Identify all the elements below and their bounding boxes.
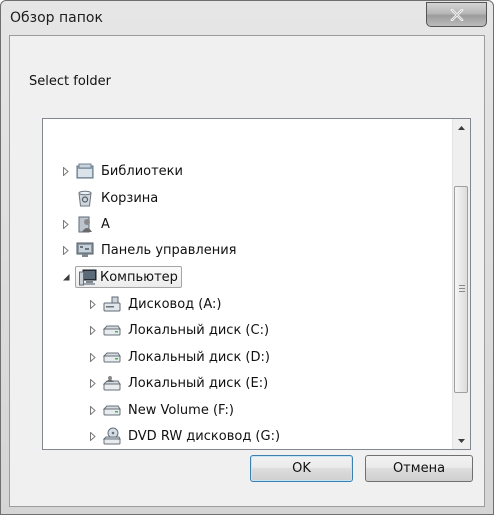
arrow-up-icon xyxy=(458,125,465,130)
tree-item-label: Дисковод (A:) xyxy=(128,296,222,312)
computer-icon xyxy=(78,268,97,286)
expand-arrow-icon[interactable] xyxy=(88,431,97,442)
expand-arrow-icon[interactable] xyxy=(61,166,70,177)
tree-item-label: DVD RW дисковод (G:) xyxy=(128,428,281,444)
arrow-down-icon xyxy=(458,438,465,443)
shared-drive-icon xyxy=(102,374,121,392)
expand-arrow-icon[interactable] xyxy=(88,378,97,389)
window-title: Обзор папок xyxy=(10,10,103,26)
tree-item-label: Корзина xyxy=(101,190,159,206)
expand-arrow-icon[interactable] xyxy=(61,219,70,230)
tree-item-label: Библиотеки xyxy=(101,163,183,179)
expand-arrow-icon[interactable] xyxy=(61,245,70,256)
tree-item-drive-f[interactable]: New Volume (F:) xyxy=(88,398,237,422)
control-panel-icon xyxy=(75,241,94,259)
expand-arrow-icon[interactable] xyxy=(88,352,97,363)
tree-item-drive-a[interactable]: Дисковод (A:) xyxy=(88,292,224,316)
expand-arrow-icon[interactable] xyxy=(88,405,97,416)
browse-folder-dialog: Обзор папок Select folder Библиотеки Кор… xyxy=(0,0,494,515)
dialog-body: Select folder Библиотеки Корзина A Панел… xyxy=(9,35,485,507)
tree-item-label: Локальный диск (E:) xyxy=(128,375,269,391)
scroll-down-button[interactable] xyxy=(453,432,470,449)
close-button[interactable] xyxy=(426,2,487,27)
tree-scrollbar[interactable] xyxy=(452,119,470,449)
tree-item-label: New Volume (F:) xyxy=(128,402,234,418)
tree-item-label: A xyxy=(101,216,110,232)
expand-arrow-icon[interactable] xyxy=(88,325,97,336)
hard-drive-icon xyxy=(102,348,121,366)
tree-item-drive-g[interactable]: DVD RW дисковод (G:) xyxy=(88,424,283,448)
libraries-icon xyxy=(75,162,94,180)
description-label: Select folder xyxy=(29,74,111,89)
hard-drive-icon xyxy=(102,401,121,419)
user-folder-icon xyxy=(75,215,94,233)
dvd-drive-icon xyxy=(102,427,121,445)
tree-item-label: Локальный диск (C:) xyxy=(128,322,270,338)
hard-drive-icon xyxy=(102,321,121,339)
cancel-button[interactable]: Отмена xyxy=(365,455,473,482)
tree-item-label: Локальный диск (D:) xyxy=(128,349,270,365)
title-bar[interactable]: Обзор папок xyxy=(1,1,493,35)
tree-item-user-a[interactable]: A xyxy=(61,212,113,236)
tree-item-label: Панель управления xyxy=(101,242,237,258)
tree-item-drive-d[interactable]: Локальный диск (D:) xyxy=(88,345,273,369)
tree-item-computer[interactable]: Компьютер xyxy=(61,265,182,289)
tree-item-drive-c[interactable]: Локальный диск (C:) xyxy=(88,318,272,342)
tree-item-label: Компьютер xyxy=(100,269,178,285)
tree-item-control-panel[interactable]: Панель управления xyxy=(61,238,240,262)
tree-item-selection: Компьютер xyxy=(75,266,182,288)
folder-tree[interactable]: Библиотеки Корзина A Панель управления К… xyxy=(42,118,471,450)
tree-item-recycle-bin[interactable]: Корзина xyxy=(75,186,161,210)
collapse-arrow-icon[interactable] xyxy=(61,272,70,283)
ok-button[interactable]: OK xyxy=(250,455,353,482)
floppy-drive-icon xyxy=(102,295,121,313)
scroll-up-button[interactable] xyxy=(453,119,470,136)
scroll-thumb[interactable] xyxy=(454,186,468,393)
recycle-bin-icon xyxy=(75,189,94,207)
tree-item-drive-e[interactable]: Локальный диск (E:) xyxy=(88,371,271,395)
tree-item-libraries[interactable]: Библиотеки xyxy=(61,159,186,183)
close-icon xyxy=(450,8,463,21)
expand-arrow-icon[interactable] xyxy=(88,299,97,310)
